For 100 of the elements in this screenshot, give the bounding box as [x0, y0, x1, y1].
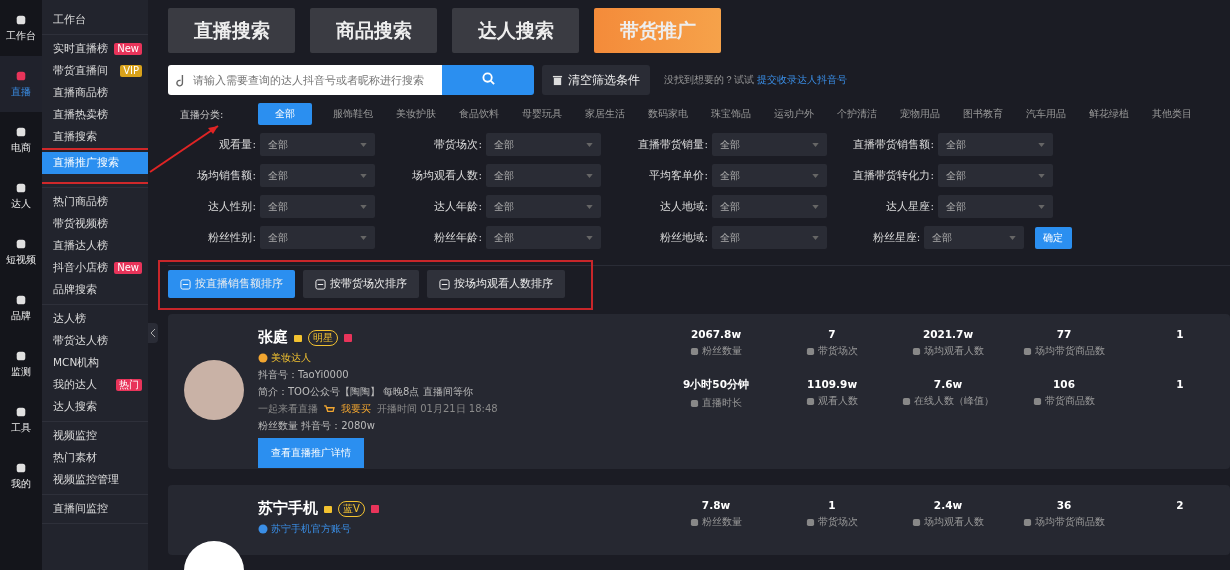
sort-button[interactable]: 按带货场次排序 [303, 270, 419, 298]
rail-item[interactable]: 我的 [0, 448, 42, 504]
stat-icon [1033, 396, 1042, 406]
submenu-item[interactable]: 达人榜 [42, 308, 148, 330]
filter-select[interactable]: 全部 [712, 133, 827, 156]
rail-item[interactable]: 短视频 [0, 224, 42, 280]
stat-value: 1 [1176, 378, 1184, 390]
hint-text: 没找到想要的？试试 [664, 73, 754, 87]
filter-select[interactable]: 全部 [486, 133, 601, 156]
filter-select[interactable]: 全部 [938, 195, 1053, 218]
category-option[interactable]: 珠宝饰品 [699, 103, 762, 125]
stat-value: 7.6w [933, 378, 963, 390]
filter-select[interactable]: 全部 [712, 195, 827, 218]
submenu-item[interactable]: 带货直播间 VIP [42, 60, 148, 82]
filter-select[interactable]: 全部 [260, 164, 375, 187]
rail-item[interactable]: 达人 [0, 168, 42, 224]
stat-value: 2.4w [933, 499, 963, 511]
submenu-item[interactable]: 直播推广搜索 [42, 152, 148, 174]
rail-item[interactable]: 直播 [0, 56, 42, 112]
filter-select[interactable]: 全部 [938, 133, 1053, 156]
filter-label: 粉丝性别: [207, 230, 257, 245]
stat-icon [912, 346, 921, 356]
search-tab[interactable]: 直播搜索 [168, 8, 295, 53]
stat-label: 带货商品数 [1045, 394, 1095, 408]
submit-link[interactable]: 提交收录达人抖音号 [757, 73, 847, 87]
rail-item[interactable]: 工作台 [0, 0, 42, 56]
category-option[interactable]: 全部 [258, 103, 312, 125]
filter-select[interactable]: 全部 [260, 195, 375, 218]
rail-item[interactable]: 品牌 [0, 280, 42, 336]
filter-label: 平均客单价: [648, 168, 709, 183]
category-option[interactable]: 家居生活 [573, 103, 636, 125]
nav-icon [15, 293, 27, 306]
category-option[interactable]: 汽车用品 [1014, 103, 1077, 125]
submenu-item[interactable]: 直播间监控 [42, 498, 148, 520]
category-option[interactable]: 图书教育 [951, 103, 1014, 125]
category-option[interactable]: 数码家电 [636, 103, 699, 125]
submenu-item[interactable]: 直播搜索 [42, 126, 148, 148]
filter-select[interactable]: 全部 [938, 164, 1053, 187]
caret-icon [812, 235, 819, 240]
filter-select[interactable]: 全部 [924, 226, 1024, 249]
submenu-item[interactable]: 我的达人 热门 [42, 374, 148, 396]
category-option[interactable]: 运动户外 [762, 103, 825, 125]
submenu-item[interactable]: 抖音小店榜 New [42, 257, 148, 279]
sort-button[interactable]: 按场均观看人数排序 [427, 270, 565, 298]
submenu-item[interactable]: 达人搜索 [42, 396, 148, 418]
submenu-item[interactable]: 带货视频榜 [42, 213, 148, 235]
rail-item[interactable]: 监测 [0, 336, 42, 392]
submenu-item[interactable]: 直播达人榜 [42, 235, 148, 257]
submenu-item[interactable]: 直播商品榜 [42, 82, 148, 104]
stat-icon [690, 517, 699, 527]
rail-item[interactable]: 工具 [0, 392, 42, 448]
filter-label: 粉丝地域: [659, 230, 709, 245]
search-tab[interactable]: 达人搜索 [452, 8, 579, 53]
category-option[interactable]: 服饰鞋包 [321, 103, 384, 125]
filter-select[interactable]: 全部 [486, 164, 601, 187]
avatar [184, 360, 244, 420]
caret-icon [586, 204, 593, 209]
submenu-item[interactable]: 视频监控管理 [42, 469, 148, 491]
caret-icon [360, 173, 367, 178]
filter-select[interactable]: 全部 [712, 164, 827, 187]
clear-filters-button[interactable]: 清空筛选条件 [542, 65, 650, 95]
submenu-item[interactable]: 实时直播榜 New [42, 38, 148, 60]
filter-label: 直播带货销售额: [852, 137, 935, 152]
stat-label: 在线人数（峰值） [914, 394, 994, 408]
submenu-item[interactable]: MCN机构 [42, 352, 148, 374]
submenu-item[interactable]: 工作台 [42, 9, 148, 31]
submenu-item[interactable]: 热门商品榜 [42, 191, 148, 213]
sort-icon [315, 278, 326, 290]
filter-label: 直播带货转化力: [852, 168, 935, 183]
caret-icon [360, 204, 367, 209]
category-option[interactable]: 其他类目 [1140, 103, 1203, 125]
category-option[interactable]: 美妆护肤 [384, 103, 447, 125]
category-option[interactable]: 鲜花绿植 [1077, 103, 1140, 125]
category-option[interactable]: 个护清洁 [825, 103, 888, 125]
shop-link[interactable]: 我要买 [341, 402, 371, 416]
verified-icon [258, 524, 268, 534]
submenu-item[interactable]: 带货达人榜 [42, 330, 148, 352]
filter-select[interactable]: 全部 [486, 195, 601, 218]
search-field[interactable]: 请输入需要查询的达人抖音号或者昵称进行搜索 [168, 65, 442, 95]
caret-icon [1038, 204, 1045, 209]
search-tab[interactable]: 商品搜索 [310, 8, 437, 53]
category-option[interactable]: 母婴玩具 [510, 103, 573, 125]
filter-select[interactable]: 全部 [260, 133, 375, 156]
confirm-button[interactable]: 确定 [1034, 226, 1072, 249]
stat-label: 带货场次 [818, 344, 858, 358]
filter-select[interactable]: 全部 [486, 226, 601, 249]
account-name[interactable]: 张庭 [258, 328, 288, 347]
submenu-item[interactable]: 热门素材 [42, 447, 148, 469]
detail-button[interactable]: 查看直播推广详情 [258, 438, 364, 468]
category-option[interactable]: 宠物用品 [888, 103, 951, 125]
submenu-item[interactable]: 品牌搜索 [42, 279, 148, 301]
filter-select[interactable]: 全部 [260, 226, 375, 249]
rail-item[interactable]: 电商 [0, 112, 42, 168]
submenu-item[interactable]: 直播热卖榜 [42, 104, 148, 126]
category-option[interactable]: 食品饮料 [447, 103, 510, 125]
filter-select[interactable]: 全部 [712, 226, 827, 249]
account-name[interactable]: 苏宁手机 [258, 499, 318, 518]
menu-badge: New [114, 43, 142, 55]
collapse-handle[interactable] [148, 323, 158, 343]
submenu-item[interactable]: 视频监控 [42, 425, 148, 447]
